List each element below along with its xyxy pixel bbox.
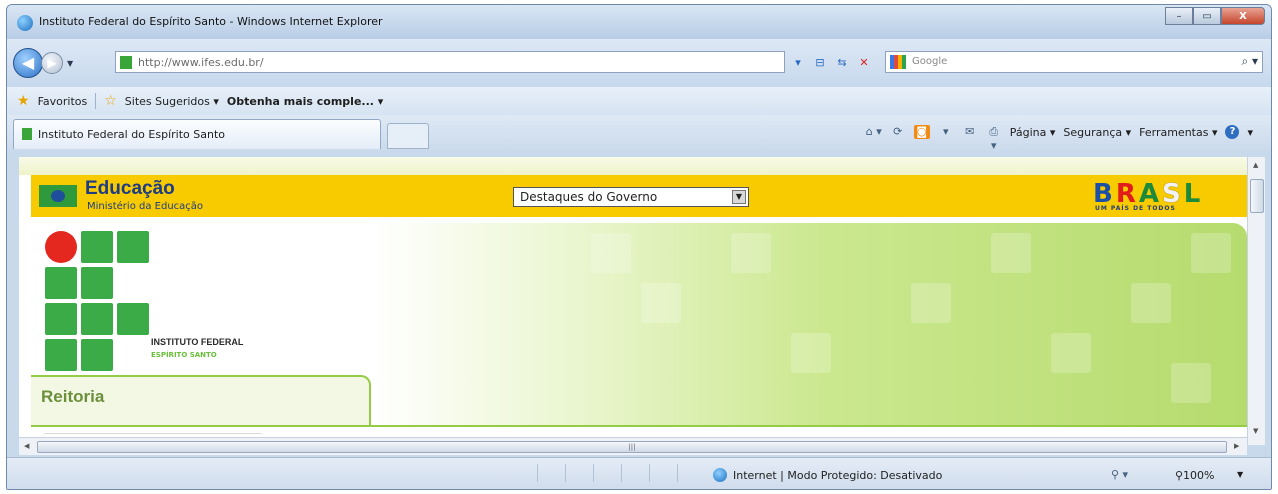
tab-label: Instituto Federal do Espírito Santo bbox=[38, 128, 225, 141]
site-favicon-icon bbox=[120, 56, 132, 69]
help-dropdown-icon[interactable]: ▾ bbox=[1247, 126, 1253, 139]
horizontal-scroll-thumb[interactable]: ||| bbox=[37, 441, 1227, 453]
scroll-right-icon[interactable]: ▶ bbox=[1234, 442, 1239, 450]
address-dropdown-icon[interactable]: ▾ bbox=[789, 53, 807, 71]
feeds-icon[interactable]: ⟳ bbox=[890, 125, 906, 139]
divider bbox=[95, 93, 97, 109]
url-text[interactable]: http://www.ifes.edu.br/ bbox=[138, 56, 264, 69]
back-button[interactable]: ◀ bbox=[13, 48, 43, 78]
header-banner: INSTITUTO FEDERAL ESPÍRITO SANTO Reitori… bbox=[31, 223, 1247, 437]
compatibility-view-icon[interactable]: ⊟ bbox=[811, 53, 829, 71]
page-viewport: Educação Ministério da Educação Destaque… bbox=[19, 157, 1247, 437]
new-tab-button[interactable] bbox=[387, 123, 429, 149]
page-menu[interactable]: Página ▾ bbox=[1010, 126, 1056, 139]
zoom-level[interactable]: ⚲100% bbox=[1175, 469, 1215, 482]
section-title: Reitoria bbox=[41, 387, 105, 406]
section-tab[interactable]: Reitoria bbox=[31, 375, 371, 427]
ie-logo-icon bbox=[17, 15, 33, 31]
ifes-logo[interactable] bbox=[45, 231, 155, 371]
favorites-star-icon[interactable]: ★ bbox=[17, 93, 30, 109]
logo-square bbox=[81, 267, 113, 299]
scroll-up-icon[interactable]: ▲ bbox=[1253, 161, 1258, 169]
get-more-addons-link[interactable]: Obtenha mais comple... ▾ bbox=[227, 95, 383, 108]
address-tools: ▾ ⊟ ⇆ ✕ bbox=[789, 53, 873, 71]
select-value: Destaques do Governo bbox=[520, 190, 658, 204]
zoom-dropdown-icon[interactable]: ▼ bbox=[1237, 470, 1243, 479]
page-top-strip bbox=[19, 157, 1247, 175]
ministry-subtitle: Ministério da Educação bbox=[87, 201, 204, 212]
window-controls: – ▭ X bbox=[1165, 7, 1265, 25]
logo-square bbox=[45, 339, 77, 371]
mail-icon[interactable]: ✉ bbox=[962, 125, 978, 139]
tab-favicon-icon bbox=[22, 128, 32, 140]
home-icon[interactable]: ⌂ ▾ bbox=[866, 125, 882, 139]
suggested-sites-link[interactable]: Sites Sugeridos ▾ bbox=[125, 95, 219, 108]
brazil-flag-icon bbox=[39, 185, 77, 207]
rss-dropdown-icon[interactable]: ▾ bbox=[938, 125, 954, 139]
search-placeholder[interactable]: Google bbox=[912, 56, 947, 67]
chevron-down-icon[interactable]: ▼ bbox=[732, 190, 746, 204]
window-title: Instituto Federal do Espírito Santo - Wi… bbox=[39, 15, 383, 28]
forward-button[interactable]: ▶ bbox=[41, 52, 63, 74]
navigation-bar: ◀ ▶ ▼ http://www.ifes.edu.br/ ▾ ⊟ ⇆ ✕ Go… bbox=[7, 39, 1271, 87]
vertical-scroll-thumb[interactable] bbox=[1250, 179, 1264, 213]
logo-square bbox=[81, 303, 113, 335]
logo-square bbox=[81, 339, 113, 371]
internet-zone-icon bbox=[713, 468, 727, 482]
history-dropdown-icon[interactable]: ▼ bbox=[67, 59, 73, 68]
address-bar[interactable]: http://www.ifes.edu.br/ bbox=[115, 51, 785, 73]
logo-square bbox=[81, 231, 113, 263]
add-favorite-icon[interactable]: ☆ bbox=[104, 93, 117, 109]
logo-square bbox=[117, 231, 149, 263]
government-highlights-select[interactable]: Destaques do Governo ▼ bbox=[513, 187, 749, 207]
institute-state: ESPÍRITO SANTO bbox=[151, 351, 217, 359]
maximize-button[interactable]: ▭ bbox=[1193, 7, 1221, 25]
favorites-button[interactable]: Favoritos bbox=[38, 95, 88, 108]
institute-name: INSTITUTO FEDERAL bbox=[151, 337, 244, 347]
browser-window: Instituto Federal do Espírito Santo - Wi… bbox=[6, 4, 1272, 490]
close-button[interactable]: X bbox=[1221, 7, 1265, 25]
zoom-tools-icon[interactable]: ⚲ ▾ bbox=[1111, 468, 1128, 481]
tab-ifes[interactable]: Instituto Federal do Espírito Santo bbox=[13, 119, 381, 149]
search-icon[interactable]: ⌕ ▾ bbox=[1241, 54, 1258, 69]
brasil-tagline: UM PAÍS DE TODOS bbox=[1095, 205, 1176, 212]
government-bar: Educação Ministério da Educação Destaque… bbox=[31, 175, 1247, 217]
command-bar: ⌂ ▾ ⟳ ◙ ▾ ✉ ⎙ ▾ Página ▾ Segurança ▾ Fer… bbox=[866, 125, 1253, 152]
search-box[interactable]: Google ⌕ ▾ bbox=[885, 51, 1263, 73]
tools-menu[interactable]: Ferramentas ▾ bbox=[1139, 126, 1217, 139]
print-icon[interactable]: ⎙ ▾ bbox=[986, 125, 1002, 152]
scroll-left-icon[interactable]: ◀ bbox=[24, 442, 29, 450]
status-bar: Internet | Modo Protegido: Desativado ⚲ … bbox=[7, 457, 1271, 489]
logo-red-circle bbox=[45, 231, 77, 263]
rss-icon[interactable]: ◙ bbox=[913, 125, 930, 139]
minimize-button[interactable]: – bbox=[1165, 7, 1193, 25]
brasil-logo[interactable]: BRASL UM PAÍS DE TODOS bbox=[1093, 179, 1243, 213]
content-edge bbox=[31, 425, 1247, 437]
refresh-icon[interactable]: ⇆ bbox=[833, 53, 851, 71]
stop-icon[interactable]: ✕ bbox=[855, 53, 873, 71]
vertical-scrollbar[interactable]: ▲ ▼ bbox=[1247, 157, 1265, 445]
title-bar[interactable]: Instituto Federal do Espírito Santo - Wi… bbox=[7, 5, 1271, 39]
horizontal-scrollbar[interactable]: ◀ ||| ▶ bbox=[19, 437, 1247, 455]
logo-square bbox=[45, 303, 77, 335]
favorites-bar: ★ Favoritos ☆ Sites Sugeridos ▾ Obtenha … bbox=[7, 87, 1271, 115]
google-icon bbox=[890, 55, 906, 69]
tab-row: Instituto Federal do Espírito Santo ⌂ ▾ … bbox=[7, 115, 1271, 152]
security-zone-text[interactable]: Internet | Modo Protegido: Desativado bbox=[733, 469, 942, 482]
logo-square bbox=[45, 267, 77, 299]
scroll-down-icon[interactable]: ▼ bbox=[1253, 427, 1258, 435]
education-title[interactable]: Educação bbox=[85, 178, 175, 200]
logo-square bbox=[117, 303, 149, 335]
security-menu[interactable]: Segurança ▾ bbox=[1063, 126, 1131, 139]
help-icon[interactable]: ? bbox=[1225, 125, 1240, 139]
status-panels bbox=[537, 464, 705, 482]
